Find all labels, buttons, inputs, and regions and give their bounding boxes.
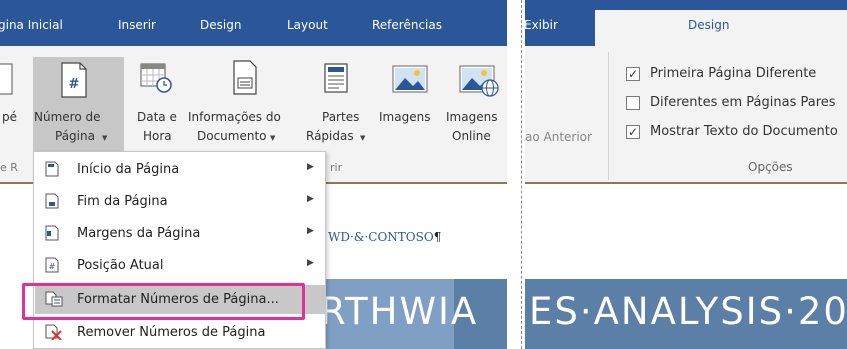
checkmark-icon: ✓ (627, 125, 639, 139)
image-icon (392, 65, 428, 93)
document-info-label-1[interactable]: Informações do (188, 110, 281, 125)
menu-item-page-margins[interactable]: Margens da Página ▶ (35, 219, 325, 248)
tab-header-footer-design[interactable]: Design (688, 18, 729, 32)
contextual-tab-accent (595, 0, 847, 10)
remove-page-number-icon (45, 324, 62, 340)
quick-parts-label-2[interactable]: Rápidas (306, 129, 354, 144)
quick-parts-label-1[interactable]: Partes (322, 110, 359, 125)
quick-parts-icon (324, 63, 348, 93)
datetime-button-label-1[interactable]: Data e (137, 110, 177, 125)
options-group-label: Opções (748, 160, 793, 174)
tab-view[interactable]: Exibir (525, 18, 558, 32)
online-images-label-2[interactable]: Online (452, 129, 491, 144)
document-info-label-2[interactable]: Documento (197, 129, 267, 144)
group-label-cut-right: rir (330, 161, 343, 174)
different-first-page-checkbox[interactable]: ✓ (626, 67, 640, 81)
page-number-icon: # (61, 62, 87, 98)
document-info-icon (233, 60, 257, 95)
header-footer-design-panel: Exibir Design ao Anterior ✓ Primeira Pág… (525, 0, 847, 349)
page-bottom-icon (45, 193, 59, 209)
images-button-label[interactable]: Imagens (379, 110, 430, 125)
submenu-arrow-icon: ▶ (307, 162, 314, 172)
menu-item-bottom-of-page[interactable]: Fim da Página ▶ (35, 187, 325, 216)
menu-item-label: Posição Atual (77, 258, 164, 273)
pilcrow-mark: ¶ (433, 230, 442, 244)
svg-text:#: # (49, 262, 56, 271)
online-image-icon (459, 65, 499, 97)
divider-dashed-line (521, 0, 522, 349)
document-heading-part-1: RTHWIA (320, 290, 479, 333)
header-company-name: WD·&·CONTOSO (328, 230, 434, 244)
footer-button-label[interactable]: pé (2, 110, 17, 125)
group-label-cut-left: e R (0, 161, 18, 174)
callout-highlight-box (22, 283, 305, 320)
tab-references[interactable]: Referências (372, 18, 442, 32)
checkmark-icon: ✓ (627, 67, 639, 81)
datetime-button-label-2[interactable]: Hora (143, 129, 172, 144)
different-odd-even-label: Diferentes em Páginas Pares (650, 95, 836, 110)
different-first-page-label: Primeira Página Diferente (650, 66, 817, 81)
submenu-arrow-icon: ▶ (307, 226, 314, 236)
menu-item-top-of-page[interactable]: Início da Página ▶ (35, 155, 325, 184)
tab-home[interactable]: gina Inicial (0, 18, 63, 32)
online-images-label-1[interactable]: Imagens (446, 110, 497, 125)
screenshot-divider (507, 0, 525, 349)
tab-insert[interactable]: Inserir (118, 18, 156, 32)
group-separator (608, 52, 609, 180)
tab-design[interactable]: Design (200, 18, 241, 32)
menu-item-label: Início da Página (77, 162, 180, 177)
page-number-label-2: Página (55, 129, 95, 143)
svg-text:#: # (69, 77, 80, 92)
menu-item-current-position[interactable]: # Posição Atual ▶ (35, 251, 325, 280)
page-current-position-icon: # (45, 257, 59, 273)
menu-item-label: Remover Números de Página (77, 325, 266, 340)
header-text: WD·&·CONTOSO¶ (328, 230, 441, 244)
footer-icon (0, 63, 13, 95)
page-margin-icon (45, 225, 59, 241)
chevron-down-icon: ▼ (270, 134, 276, 142)
menu-item-label: Fim da Página (77, 194, 168, 209)
show-document-text-label: Mostrar Texto do Documento (650, 124, 838, 139)
ribbon-bottom-rule (525, 182, 847, 184)
calendar-clock-icon (140, 63, 172, 93)
chevron-down-icon: ▼ (102, 134, 108, 142)
submenu-arrow-icon: ▶ (307, 258, 314, 268)
page-number-label-1: Número de (34, 110, 101, 124)
show-document-text-checkbox[interactable]: ✓ (626, 125, 640, 139)
word-insert-ribbon-panel: gina Inicial Inserir Design Layout Refer… (0, 0, 507, 349)
chevron-down-icon: ▼ (360, 134, 366, 142)
document-heading-part-2: ES·ANALYSIS·20 (529, 290, 847, 333)
menu-item-label: Margens da Página (77, 226, 201, 241)
page-top-icon (45, 161, 59, 177)
submenu-arrow-icon: ▶ (307, 194, 314, 204)
link-to-previous-label[interactable]: ao Anterior (525, 130, 592, 145)
different-odd-even-checkbox[interactable] (626, 96, 640, 110)
menu-item-remove-page-numbers[interactable]: Remover Números de Página (35, 318, 325, 347)
tab-layout[interactable]: Layout (287, 18, 328, 32)
